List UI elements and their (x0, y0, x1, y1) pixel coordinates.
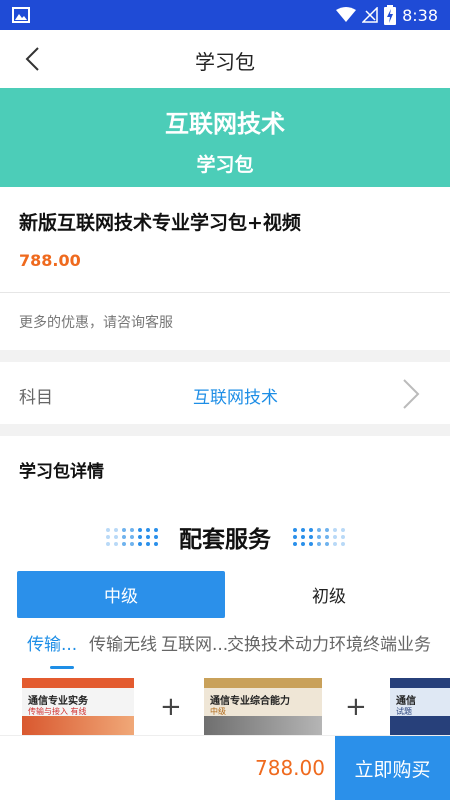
nav-bar: 学习包 (0, 30, 450, 87)
book-cover-band (22, 678, 134, 688)
banner-subtitle: 学习包 (196, 154, 254, 176)
service-title: 配套服务 (179, 527, 271, 553)
book-card[interactable]: 通信专业实务 传输与接入 有线 (22, 678, 134, 736)
book-cover-art (22, 716, 134, 736)
package-banner: 互联网技术 学习包 (0, 88, 450, 187)
divider (0, 292, 450, 293)
subject-tabs: 传输... 传输无线 互联网... 交换技术 动力环境 终端业务 (0, 628, 450, 669)
subject-tab-transmission-wireless[interactable]: 传输无线 (89, 630, 157, 655)
subject-tab-internet[interactable]: 互联网... (161, 630, 228, 655)
banner-title: 互联网技术 (165, 110, 285, 138)
wifi-icon (336, 7, 357, 22)
subject-tab-power-environment[interactable]: 动力环境 (295, 630, 363, 655)
battery-charging-icon (384, 5, 397, 25)
page-title: 学习包 (195, 50, 255, 74)
book-title: 通信专业实务 (28, 696, 88, 707)
service-header: 配套服务 (0, 513, 450, 557)
subject-value: 互联网技术 (193, 388, 278, 408)
section-gap (0, 350, 450, 362)
book-card[interactable]: 通信专业综合能力 中级 (204, 678, 322, 736)
no-signal-icon (362, 7, 378, 23)
buy-now-button[interactable]: 立即购买 (335, 736, 450, 800)
subject-tab-terminal-service[interactable]: 终端业务 (363, 630, 431, 655)
book-title: 通信专业综合能力 (210, 696, 290, 707)
subject-row[interactable]: 科目 互联网技术 (0, 363, 450, 423)
tab-beginner[interactable]: 初级 (225, 571, 433, 618)
active-tab-indicator (50, 666, 74, 669)
book-cover-art (390, 716, 450, 736)
book-title: 通信 (396, 696, 416, 707)
subject-label: 科目 (19, 388, 53, 408)
plus-icon: + (345, 692, 367, 722)
product-name: 新版互联网技术专业学习包+视频 (19, 212, 301, 234)
subject-tab-switching[interactable]: 交换技术 (227, 630, 295, 655)
level-tabs: 中级 初级 (17, 571, 433, 618)
book-list: 通信专业实务 传输与接入 有线 + 通信专业综合能力 中级 + 通信 试题 (0, 678, 450, 736)
plus-icon: + (160, 692, 182, 722)
image-icon (12, 7, 30, 23)
book-cover-art (204, 716, 322, 736)
bottom-bar: 788.00 立即购买 (0, 735, 450, 800)
book-cover-band (204, 678, 322, 688)
discount-note: 更多的优惠，请咨询客服 (19, 315, 173, 331)
book-card[interactable]: 通信 试题 (390, 678, 450, 736)
product-price: 788.00 (19, 251, 81, 270)
book-cover-band (390, 678, 450, 688)
dots-decoration-icon (293, 528, 345, 546)
tab-intermediate[interactable]: 中级 (17, 571, 225, 618)
subject-tab-transmission[interactable]: 传输... (27, 630, 77, 655)
bottom-price: 788.00 (255, 756, 325, 780)
chevron-right-icon (403, 379, 420, 409)
section-gap (0, 424, 450, 436)
detail-title: 学习包详情 (19, 462, 104, 482)
status-bar: 8:38 (0, 0, 450, 30)
status-time: 8:38 (402, 5, 438, 25)
